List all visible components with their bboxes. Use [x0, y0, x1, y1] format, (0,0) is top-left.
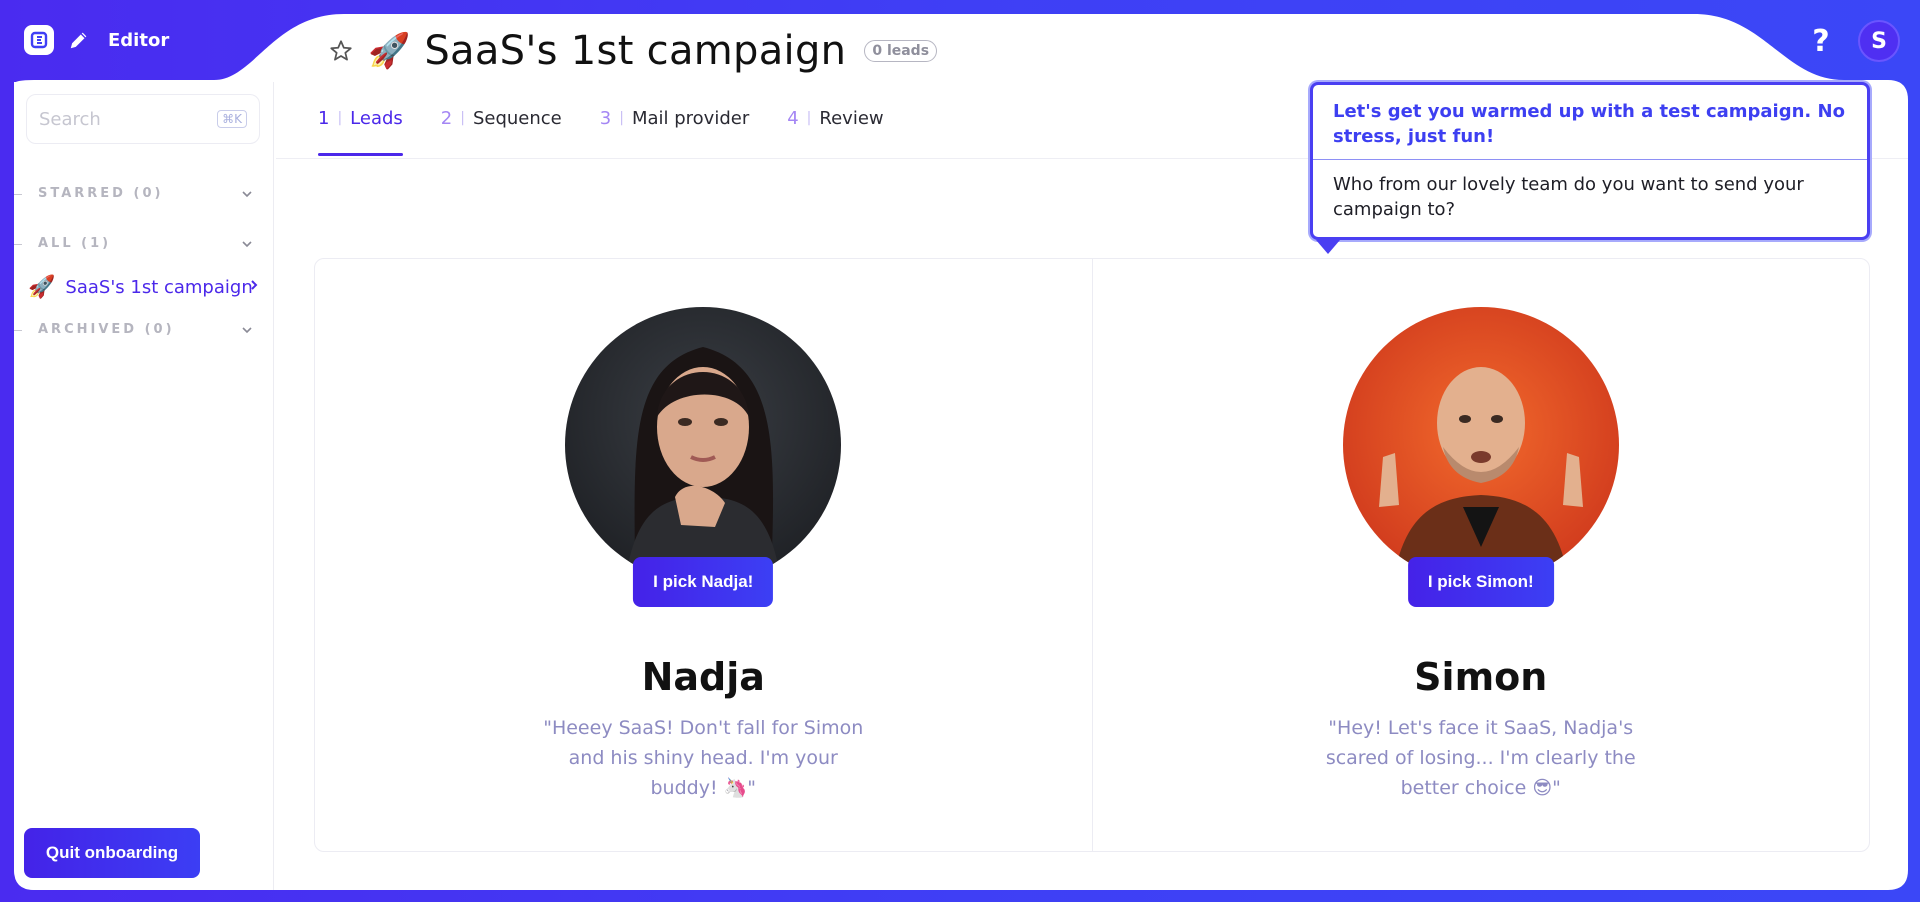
lead-quote: "Hey! Let's face it SaaS, Nadja's scared…: [1325, 717, 1636, 799]
lead-card-simon: I pick Simon! Simon "Hey! Let's face it …: [1091, 259, 1870, 851]
tab-separator: |: [460, 110, 465, 126]
lead-quote: "Heeey SaaS! Don't fall for Simon and hi…: [543, 717, 864, 799]
tab-review[interactable]: 4 | Review: [787, 94, 883, 160]
section-archived[interactable]: ARCHIVED (0): [14, 322, 254, 337]
chevron-right-icon: [251, 280, 258, 290]
lead-name: Nadja: [641, 655, 765, 699]
chevron-down-icon: [242, 190, 252, 197]
section-label-starred: STARRED (0): [38, 186, 164, 201]
chevron-down-icon: [242, 326, 252, 333]
search-input[interactable]: Search ⌘K: [26, 94, 260, 144]
tab-number: 1: [318, 108, 330, 129]
nadja-avatar: [565, 307, 842, 583]
search-placeholder: Search: [39, 108, 101, 130]
tab-number: 4: [787, 108, 799, 129]
sidebar-item-label: SaaS's 1st campaign: [65, 276, 253, 298]
tab-label: Mail provider: [631, 108, 750, 129]
section-divider: [14, 244, 22, 245]
rocket-emoji: 🚀: [368, 31, 411, 71]
tab-sequence[interactable]: 2 | Sequence: [441, 94, 562, 160]
section-divider: [14, 194, 22, 195]
section-divider: [14, 330, 22, 331]
chevron-down-icon: [242, 240, 252, 247]
tab-leads[interactable]: 1 | Leads: [318, 94, 403, 160]
campaign-title-area: 🚀 SaaS's 1st campaign 0 leads: [328, 28, 938, 74]
section-label-all: ALL (1): [38, 236, 112, 251]
tab-label: Leads: [350, 108, 403, 129]
simon-avatar: [1342, 307, 1619, 583]
section-all[interactable]: ALL (1): [14, 236, 254, 251]
pick-nadja-button[interactable]: I pick Nadja!: [633, 557, 774, 607]
search-shortcut-badge: ⌘K: [217, 110, 247, 128]
section-starred[interactable]: STARRED (0): [14, 186, 254, 201]
sidebar-item-campaign[interactable]: 🚀 SaaS's 1st campaign: [28, 272, 280, 302]
leads-count-badge: 0 leads: [864, 40, 938, 62]
tab-number: 2: [440, 108, 453, 129]
tab-separator: |: [806, 110, 812, 126]
lead-picker: I pick Nadja! Nadja "Heeey SaaS! Don't f…: [314, 258, 1870, 852]
tab-label: Review: [819, 108, 884, 129]
lead-name: Simon: [1414, 655, 1548, 699]
star-icon[interactable]: [328, 38, 354, 64]
step-tabs: 1 | Leads 2 | Sequence 3 | Mail provider…: [318, 94, 884, 160]
tooltip-pointer: [1316, 240, 1340, 254]
section-label-archived: ARCHIVED (0): [38, 322, 175, 337]
tooltip-body: Who from our lovely team do you want to …: [1333, 174, 1804, 220]
pick-simon-button[interactable]: I pick Simon!: [1407, 557, 1554, 607]
onboarding-tooltip: Let's get you warmed up with a test camp…: [1310, 82, 1870, 240]
tab-number: 3: [599, 108, 612, 129]
sidebar: Search ⌘K STARRED (0) ALL (1) 🚀 SaaS's 1…: [14, 82, 274, 890]
tab-separator: |: [337, 110, 343, 126]
lead-card-nadja: I pick Nadja! Nadja "Heeey SaaS! Don't f…: [315, 259, 1092, 851]
rocket-emoji: 🚀: [28, 274, 56, 300]
tab-separator: |: [619, 110, 624, 126]
page-title[interactable]: SaaS's 1st campaign: [424, 28, 846, 74]
tab-mail-provider[interactable]: 3 | Mail provider: [600, 94, 749, 160]
quit-onboarding-button[interactable]: Quit onboarding: [24, 828, 200, 878]
tab-label: Sequence: [472, 108, 562, 129]
tooltip-headline: Let's get you warmed up with a test camp…: [1313, 85, 1867, 160]
